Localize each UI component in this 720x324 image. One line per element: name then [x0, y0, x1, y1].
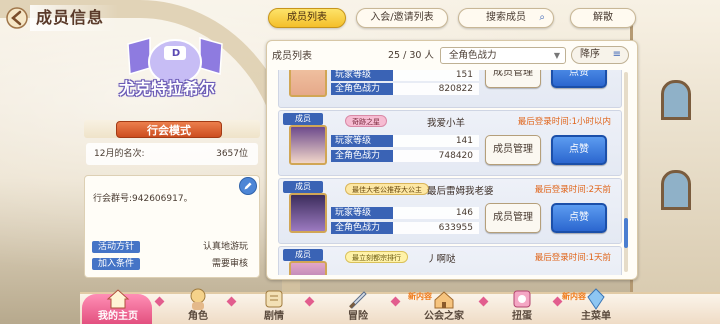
nav-home[interactable]: 我的主页 — [90, 288, 146, 324]
sort-order-button[interactable]: 降序 ≡ — [571, 46, 629, 64]
member-role-badge: 成员 — [283, 113, 323, 125]
member-title-tag: 最佳大老公推荐大公主 — [345, 183, 429, 195]
scrollbar-thumb[interactable] — [624, 218, 628, 248]
clan-name: 尤克特拉希尔 — [118, 79, 215, 98]
tab-member-list[interactable]: 成员列表 — [268, 8, 346, 28]
member-card: 成员 最佳大老公推荐大公主 最后雷姆我老婆 最后登录时间:2天前 玩家等级 146… — [278, 178, 622, 244]
member-title-tag: 最立刻都宗排行 — [345, 251, 408, 263]
nav-main-menu[interactable]: 主菜单 — [568, 288, 624, 324]
nav-adventure[interactable]: 冒险 — [330, 288, 386, 324]
clan-badge-letter: D — [171, 48, 181, 59]
member-list[interactable]: 玩家等级 151 全角色战力 820822 成员管理 点赞 成员 奇跡之星 我爱小羊… — [278, 70, 622, 275]
rank-value: 3657位 — [216, 149, 248, 159]
member-level: 玩家等级 146 — [331, 207, 479, 219]
policy-value: 认真地游玩 — [202, 242, 248, 252]
back-arrow-icon[interactable] — [6, 7, 32, 29]
member-manage-button[interactable]: 成员管理 — [485, 135, 541, 165]
like-button[interactable]: 点赞 — [551, 70, 607, 88]
member-name: 丿啊哒 — [427, 254, 456, 265]
member-avatar[interactable] — [289, 261, 327, 275]
rank-row: 12月的名次: 3657位 — [86, 143, 258, 165]
member-avatar[interactable] — [289, 70, 327, 97]
member-power: 全角色战力 820822 — [331, 83, 479, 95]
group-number-text: 行会群号:942606917。 — [93, 194, 193, 204]
like-button[interactable]: 点赞 — [551, 203, 607, 233]
member-role-badge: 成员 — [283, 181, 323, 193]
member-card: 玩家等级 151 全角色战力 820822 成员管理 点赞 — [278, 70, 622, 108]
search-member-button[interactable]: 搜索成员 ⌕ — [458, 8, 554, 28]
member-manage-button[interactable]: 成员管理 — [485, 70, 541, 88]
join-condition-row: 加入条件 需要审核 — [92, 258, 252, 270]
member-power: 全角色战力 633955 — [331, 222, 479, 234]
rank-label: 12月的名次: — [94, 149, 145, 159]
chevron-down-icon: ▼ — [553, 51, 560, 60]
member-name: 最后雷姆我老婆 — [427, 186, 494, 197]
member-level: 玩家等级 151 — [331, 70, 479, 81]
member-last-login: 最后登录时间:1天前 — [534, 253, 611, 263]
member-avatar[interactable] — [289, 193, 327, 233]
member-manage-button[interactable]: 成员管理 — [485, 203, 541, 233]
member-card: 成员 奇跡之星 我爱小羊 最后登录时间:1小时以内 玩家等级 141 全角色战力 7… — [278, 110, 622, 176]
join-condition-value: 需要审核 — [211, 259, 248, 269]
search-icon: ⌕ — [539, 12, 545, 23]
member-role-badge: 成员 — [283, 249, 323, 261]
filter-select[interactable]: 全角色战力 ▼ — [440, 47, 566, 64]
member-level: 玩家等级 141 — [331, 135, 479, 147]
member-title-tag: 奇跡之星 — [345, 115, 387, 127]
policy-row: 活动方针 认真地游玩 — [92, 241, 252, 253]
nav-gacha[interactable]: 扭蛋 — [494, 288, 550, 324]
member-list-title: 成员列表 — [272, 51, 312, 62]
member-avatar[interactable] — [289, 125, 327, 165]
sort-order-label: 降序 — [580, 49, 600, 60]
dissolve-button[interactable]: 解散 — [570, 8, 636, 28]
edit-pencil-icon[interactable] — [239, 177, 257, 195]
filter-select-value: 全角色战力 — [449, 50, 497, 61]
member-name: 我爱小羊 — [427, 118, 466, 129]
tab-join-invite-list[interactable]: 入会/邀请列表 — [356, 8, 448, 28]
background-building — [630, 20, 720, 300]
join-condition-label: 加入条件 — [92, 258, 141, 270]
nav-guild-house[interactable]: 公会之家 — [416, 288, 472, 324]
member-count: 25 / 30 人 — [388, 50, 434, 61]
like-button[interactable]: 点赞 — [551, 135, 607, 165]
list-scrollbar[interactable] — [624, 72, 628, 272]
policy-label: 活动方针 — [92, 241, 141, 253]
sort-icon: ≡ — [612, 49, 621, 60]
member-power: 全角色战力 748420 — [331, 150, 479, 162]
nav-characters[interactable]: 角色 — [170, 288, 226, 324]
search-member-label: 搜索成员 — [486, 12, 526, 23]
clan-mode-button[interactable]: 行会模式 — [116, 121, 222, 138]
member-last-login: 最后登录时间:1小时以内 — [517, 117, 611, 127]
member-card: 成员 最立刻都宗排行 丿啊哒 最后登录时间:1天前 — [278, 246, 622, 275]
member-last-login: 最后登录时间:2天前 — [534, 185, 611, 195]
page-title: 成员信息 — [30, 5, 119, 31]
nav-story[interactable]: 剧情 — [246, 288, 302, 324]
